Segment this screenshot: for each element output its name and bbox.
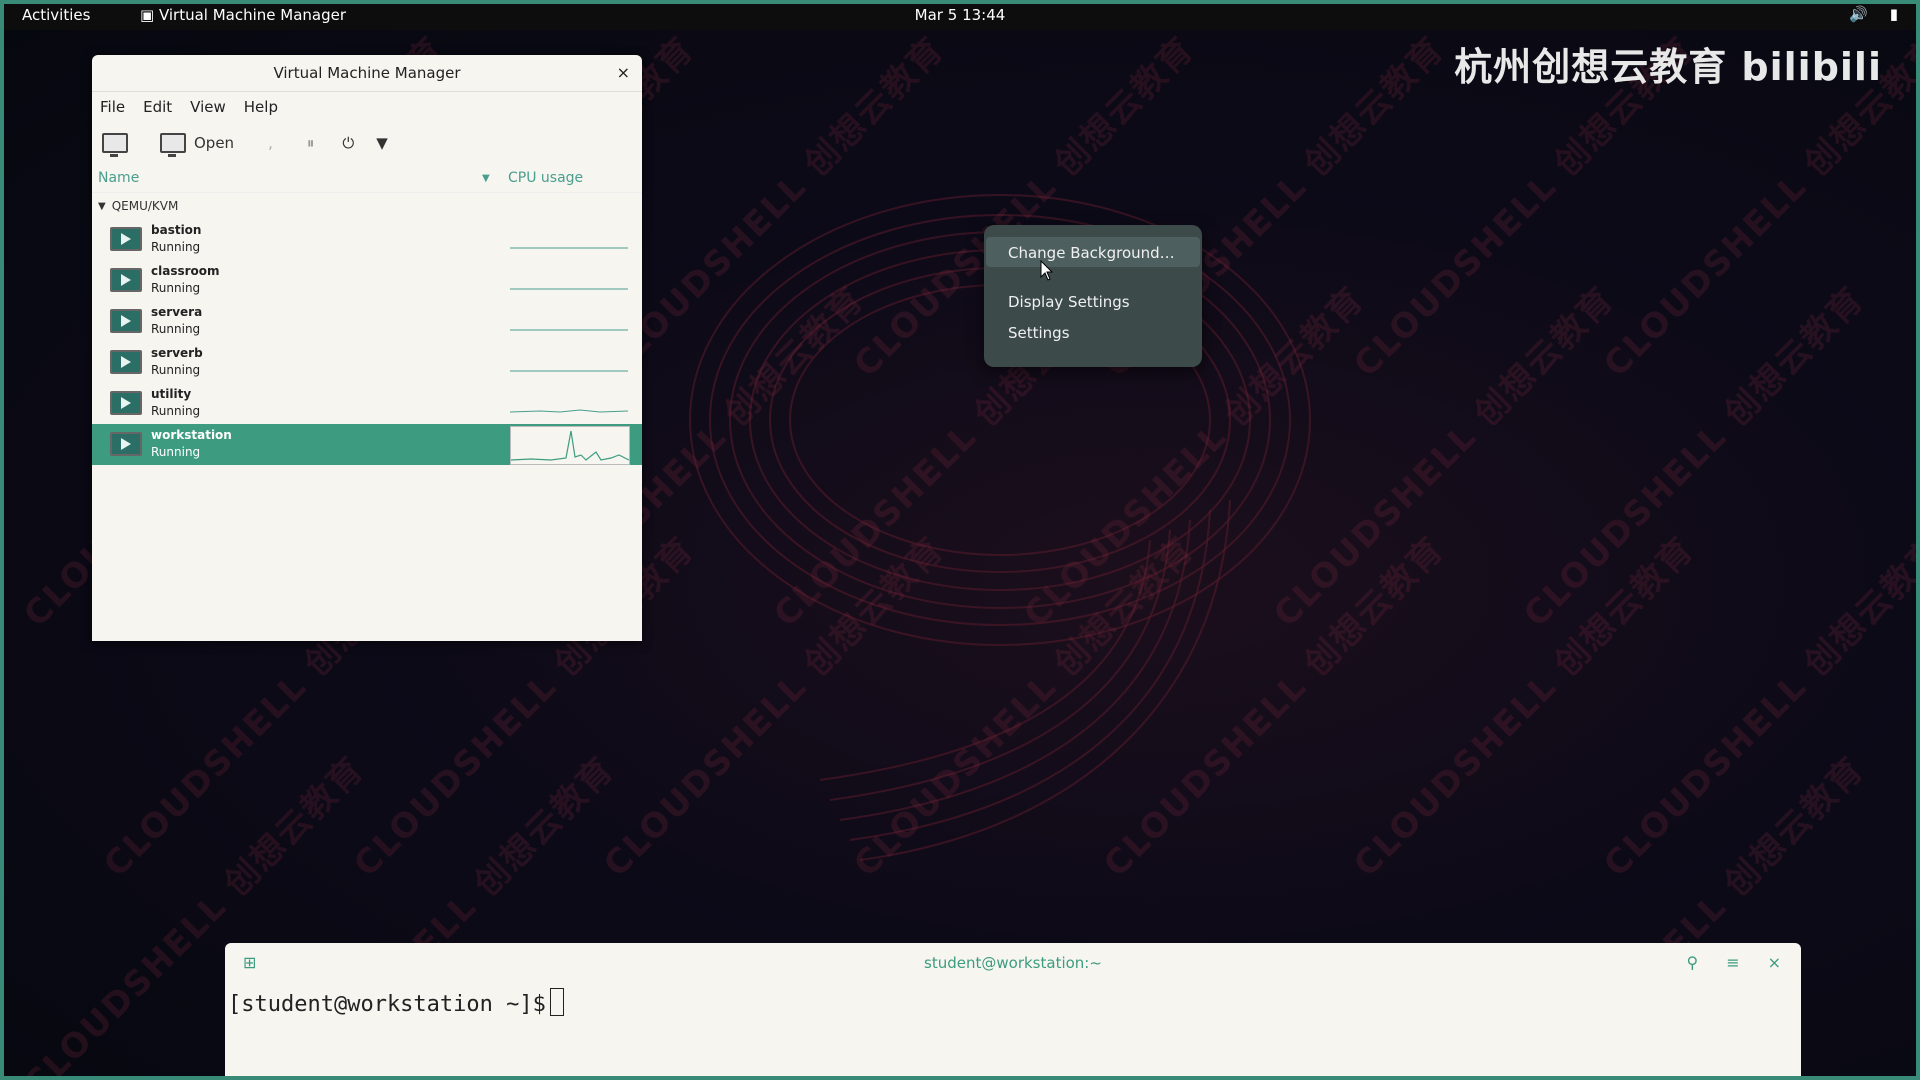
search-icon[interactable]: ⚲ — [1686, 953, 1698, 972]
desktop-context-menu: Change Background… Display Settings Sett… — [984, 225, 1202, 367]
expander-icon[interactable]: ▼ — [98, 201, 106, 212]
vm-screen-icon — [110, 350, 142, 374]
system-tray[interactable]: 🔊 ▮ — [1849, 5, 1898, 23]
open-button[interactable]: Open — [160, 133, 234, 157]
close-icon[interactable]: × — [617, 55, 630, 91]
monitor-icon — [160, 133, 186, 157]
close-icon[interactable]: × — [1768, 953, 1781, 972]
shutdown-icon[interactable]: ⏻ — [342, 134, 354, 152]
mouse-pointer-icon — [1040, 260, 1054, 281]
terminal-headerbar[interactable]: ⊞ student@workstation:~ ⚲ ≡ × — [225, 943, 1801, 985]
vmm-titlebar[interactable]: Virtual Machine Manager × — [92, 55, 642, 92]
vmm-menubar: File Edit View Help — [92, 92, 642, 122]
vmm-toolbar: Open , ⏸ ⏻ ▼ — [92, 122, 642, 164]
cpu-usage-graph — [510, 409, 628, 413]
pause-icon[interactable]: ⏸ — [307, 134, 315, 152]
sort-icon[interactable]: ▼ — [482, 173, 490, 184]
vm-screen-icon — [110, 268, 142, 292]
vm-status: Running — [151, 445, 201, 459]
cpu-usage-graph — [510, 370, 628, 372]
new-vm-icon — [102, 133, 128, 157]
terminal-prompt[interactable]: [student@workstation ~]$ — [228, 988, 564, 1017]
watermark-logo: 杭州创想云教育 bilibili — [1454, 45, 1882, 89]
vm-screen-icon — [110, 309, 142, 333]
vm-screen-icon — [110, 227, 142, 251]
vm-status: Running — [151, 281, 201, 295]
vm-row-classroom[interactable]: classroom Running — [92, 260, 642, 301]
vm-screen-icon — [110, 432, 142, 456]
terminal-window[interactable]: ⊞ student@workstation:~ ⚲ ≡ × [student@w… — [225, 943, 1801, 1080]
vm-status: Running — [151, 363, 201, 377]
column-name[interactable]: Name — [98, 170, 139, 186]
run-button[interactable]: , — [268, 134, 273, 152]
menu-file[interactable]: File — [100, 98, 125, 116]
menu-help[interactable]: Help — [244, 98, 278, 116]
menu-edit[interactable]: Edit — [143, 98, 172, 116]
vm-screen-icon — [110, 391, 142, 415]
text-cursor — [549, 988, 564, 1016]
top-bar: Activities ▣ Virtual Machine Manager Mar… — [0, 0, 1920, 30]
chevron-down-icon[interactable]: ▼ — [376, 134, 388, 152]
vm-row-workstation[interactable]: workstation Running — [92, 424, 642, 465]
hamburger-menu-icon[interactable]: ≡ — [1726, 953, 1739, 972]
vm-name: classroom — [151, 264, 220, 278]
new-vm-button[interactable] — [102, 133, 128, 157]
terminal-title: student@workstation:~ — [924, 954, 1102, 972]
change-background-item[interactable]: Change Background… — [1008, 244, 1175, 262]
vm-row-servera[interactable]: servera Running — [92, 301, 642, 342]
battery-icon[interactable]: ▮ — [1890, 5, 1898, 23]
cpu-usage-graph — [510, 288, 628, 290]
speaker-icon[interactable]: 🔊 — [1849, 5, 1868, 23]
vm-status: Running — [151, 404, 201, 418]
vm-row-bastion[interactable]: bastion Running — [92, 219, 642, 260]
vm-row-utility[interactable]: utility Running — [92, 383, 642, 424]
vm-name: servera — [151, 305, 203, 319]
menu-view[interactable]: View — [190, 98, 226, 116]
vm-status: Running — [151, 240, 201, 254]
cpu-usage-graph — [510, 247, 628, 249]
vm-name: workstation — [151, 428, 232, 442]
vm-name: bastion — [151, 223, 202, 237]
vmm-window: Virtual Machine Manager × File Edit View… — [92, 55, 642, 641]
vm-name: serverb — [151, 346, 203, 360]
column-headers: Name ▼ CPU usage — [92, 164, 642, 193]
cpu-usage-graph — [510, 329, 628, 331]
display-settings-item[interactable]: Display Settings — [1008, 293, 1130, 311]
vm-row-serverb[interactable]: serverb Running — [92, 342, 642, 383]
settings-item[interactable]: Settings — [1008, 324, 1070, 342]
cpu-usage-graph — [510, 426, 630, 465]
vm-status: Running — [151, 322, 201, 336]
vm-name: utility — [151, 387, 192, 401]
clock[interactable]: Mar 5 13:44 — [0, 6, 1920, 24]
column-cpu-usage[interactable]: CPU usage — [508, 170, 583, 186]
connection-group[interactable]: ▼ QEMU/KVM — [92, 193, 642, 219]
